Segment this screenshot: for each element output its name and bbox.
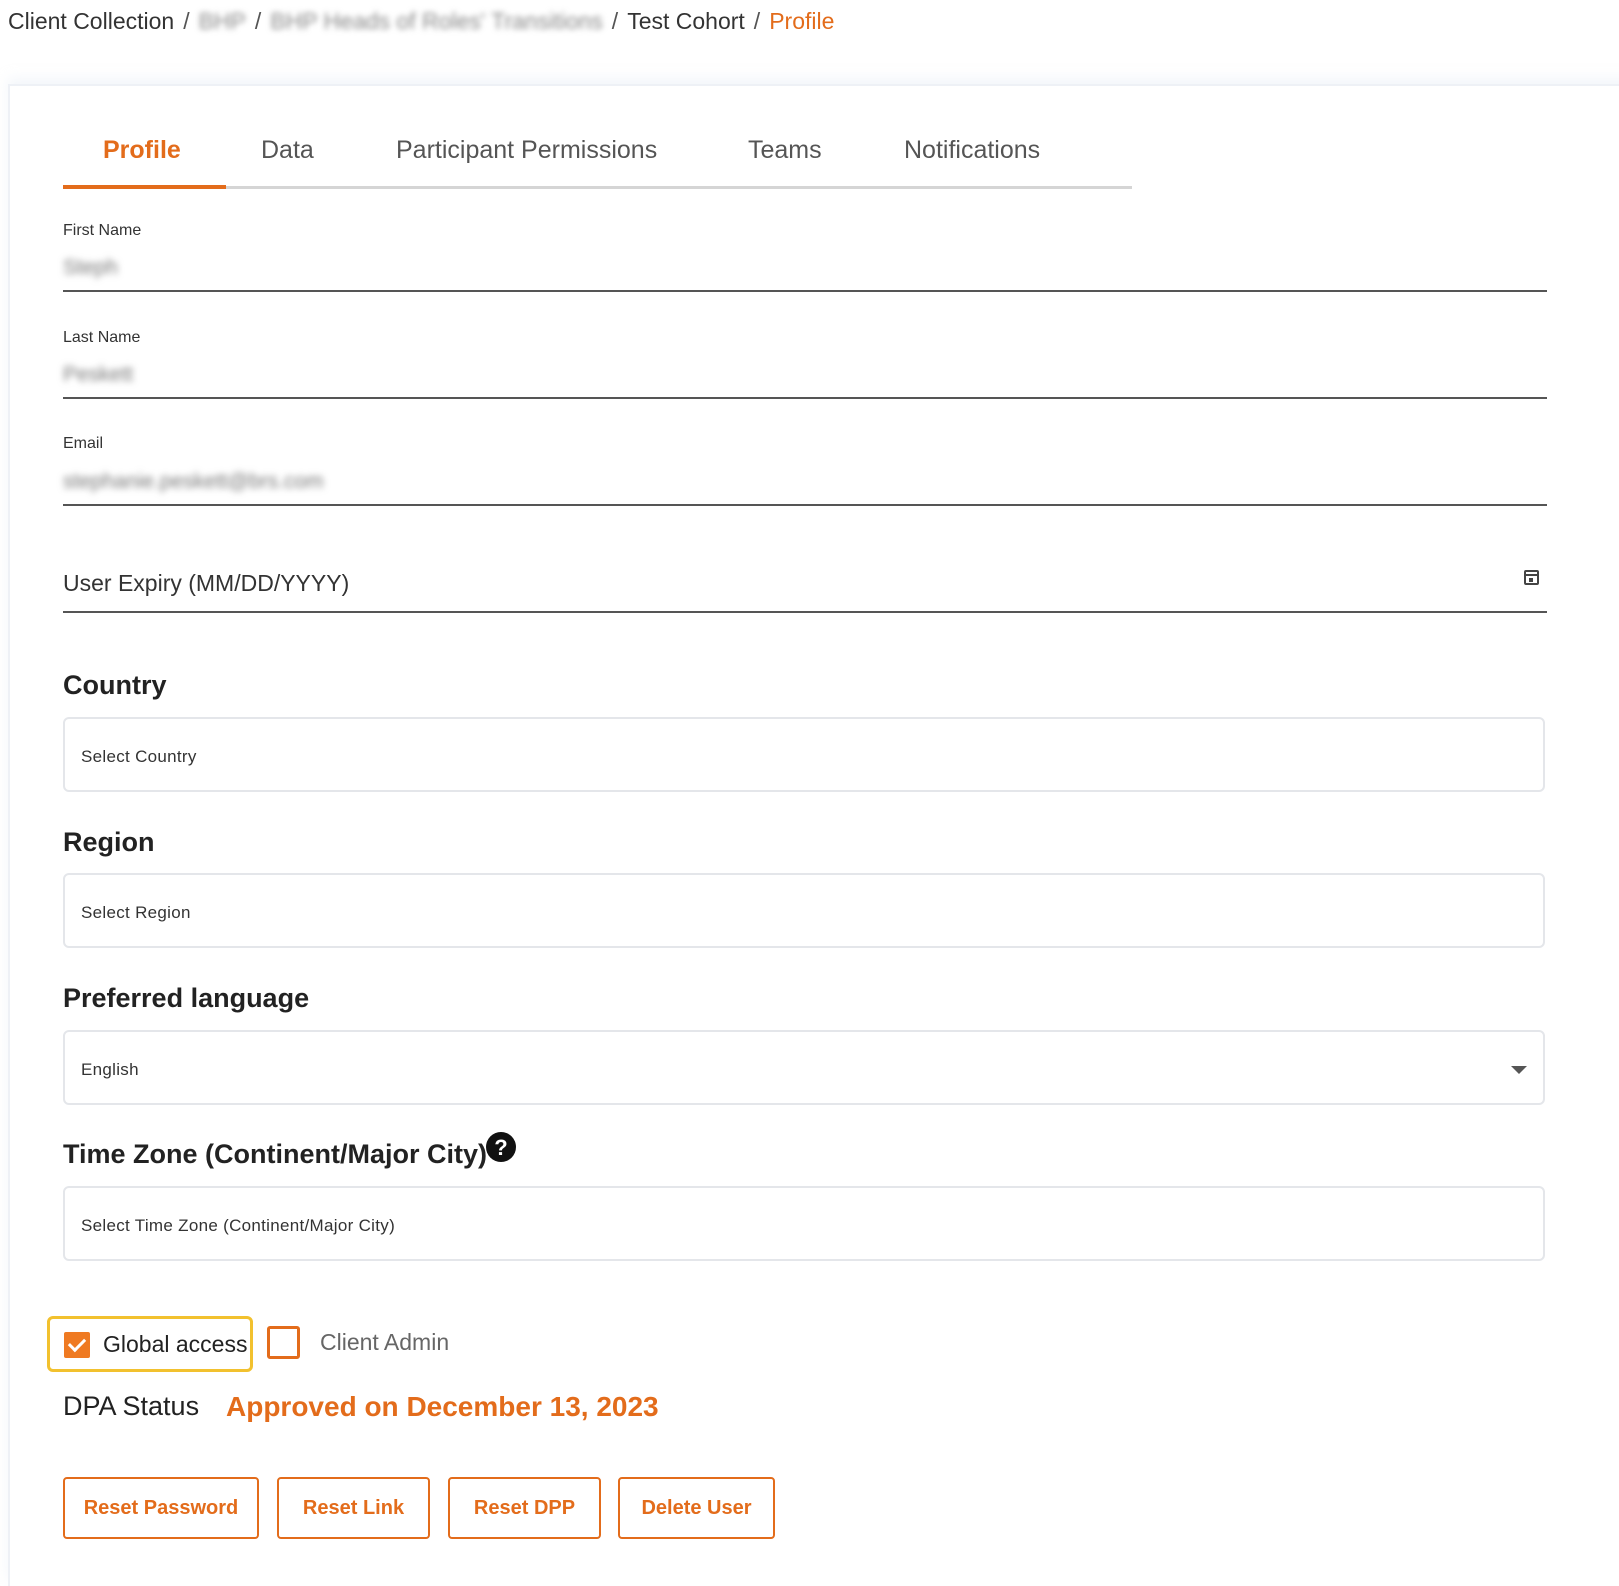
tab-notifications[interactable]: Notifications [904, 136, 1040, 165]
global-access-highlight: Global access [47, 1316, 253, 1372]
client-admin-label: Client Admin [320, 1329, 450, 1355]
region-select[interactable]: Select Region [63, 873, 1545, 948]
first-name-label: First Name [63, 222, 142, 239]
breadcrumb-separator: / [753, 8, 761, 34]
global-access-label: Global access [103, 1331, 248, 1357]
email-label: Email [63, 435, 104, 452]
country-select[interactable]: Select Country [63, 717, 1545, 792]
tab-bar: Profile Data Participant Permissions Tea… [63, 130, 1132, 189]
chevron-down-icon[interactable] [1511, 1066, 1527, 1074]
timezone-title: Time Zone (Continent/Major City) [63, 1139, 487, 1169]
region-title: Region [63, 827, 155, 857]
last-name-value: Peskett [63, 363, 134, 386]
breadcrumb-link-program[interactable]: BHP Heads of Roles' Transitions [270, 8, 603, 34]
user-expiry-field[interactable]: User Expiry (MM/DD/YYYY) [63, 540, 1547, 613]
tab-teams[interactable]: Teams [748, 136, 822, 165]
last-name-label: Last Name [63, 329, 141, 346]
help-icon[interactable]: ? [486, 1132, 516, 1162]
breadcrumb-link-cohort[interactable]: Test Cohort [627, 8, 745, 34]
tab-data[interactable]: Data [261, 136, 314, 165]
reset-dpp-button[interactable]: Reset DPP [448, 1477, 601, 1539]
tab-participant-permissions[interactable]: Participant Permissions [396, 136, 657, 165]
delete-user-button[interactable]: Delete User [618, 1477, 775, 1539]
profile-card: Profile Data Participant Permissions Tea… [8, 84, 1619, 1586]
language-title: Preferred language [63, 983, 310, 1013]
tab-profile[interactable]: Profile [103, 136, 181, 165]
email-value: stephanie.peskett@brs.com [63, 470, 324, 493]
global-access-checkbox[interactable] [64, 1332, 90, 1358]
language-select[interactable]: English [63, 1030, 1545, 1105]
breadcrumb-separator: / [611, 8, 619, 34]
reset-link-button[interactable]: Reset Link [277, 1477, 430, 1539]
email-field[interactable]: Email stephanie.peskett@brs.com [63, 430, 1547, 506]
breadcrumb-separator: / [254, 8, 262, 34]
dpa-status-value: Approved on December 13, 2023 [226, 1391, 659, 1422]
reset-password-button[interactable]: Reset Password [63, 1477, 259, 1539]
last-name-field[interactable]: Last Name Peskett [63, 324, 1547, 399]
calendar-icon[interactable] [1524, 570, 1539, 585]
breadcrumb-separator: / [183, 8, 190, 34]
first-name-value: Steph [63, 256, 118, 279]
breadcrumb-link-client[interactable]: BHP [199, 8, 246, 34]
timezone-select[interactable]: Select Time Zone (Continent/Major City) [63, 1186, 1545, 1261]
country-placeholder: Select Country [81, 747, 197, 766]
region-placeholder: Select Region [81, 903, 191, 922]
timezone-placeholder: Select Time Zone (Continent/Major City) [81, 1216, 396, 1235]
breadcrumb-current: Profile [769, 8, 835, 34]
language-value: English [81, 1060, 139, 1079]
breadcrumb: Client Collection / BHP / BHP Heads of Roles… [8, 8, 834, 35]
client-admin-checkbox[interactable] [267, 1326, 300, 1359]
first-name-field[interactable]: First Name Steph [63, 216, 1547, 292]
user-expiry-label: User Expiry (MM/DD/YYYY) [63, 570, 350, 596]
country-title: Country [63, 670, 167, 700]
dpa-status-label: DPA Status [63, 1391, 200, 1421]
breadcrumb-link-client-collection[interactable]: Client Collection [8, 8, 174, 34]
active-tab-indicator [63, 185, 226, 189]
